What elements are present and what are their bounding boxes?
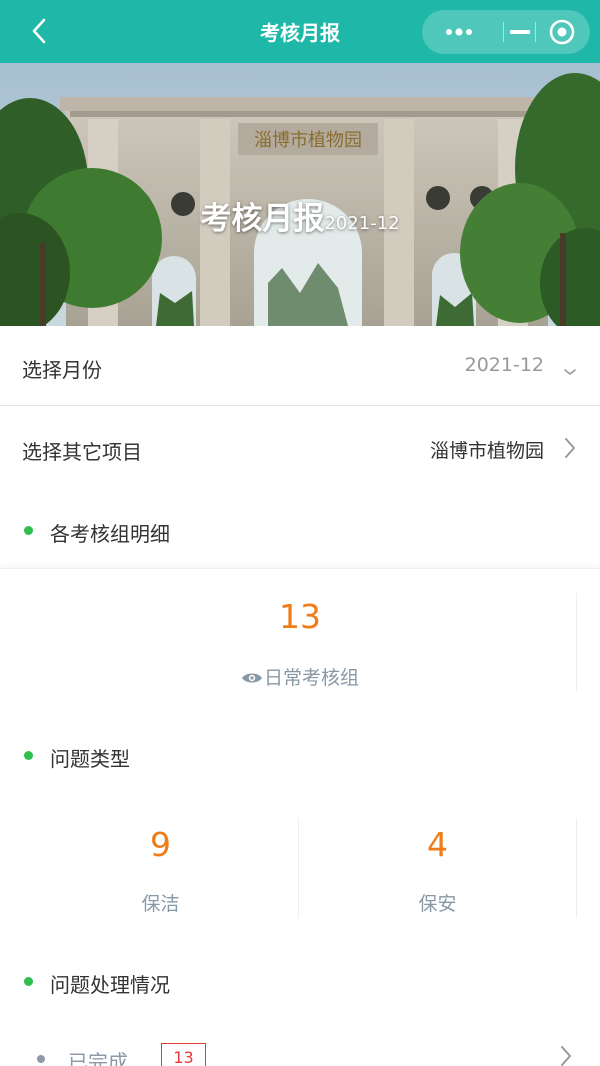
section-title: 各考核组明细 [50,522,170,546]
security-count: 4 [427,825,448,864]
group-count: 13 [279,597,321,636]
project-selector-label: 选择其它项目 [22,440,142,464]
close-target-icon[interactable] [542,10,586,54]
green-dot-icon [24,977,33,986]
completed-label: 已完成 [68,1050,128,1066]
cleaning-count: 9 [150,825,171,864]
project-selector-value[interactable]: 淄博市植物园 [430,436,544,463]
month-selector-label: 选择月份 [22,358,102,382]
banner-image: 淄博市植物园 考核月报2021-12 [0,63,600,326]
title-bar: 考核月报 [0,0,600,63]
more-dots-icon[interactable] [438,10,480,54]
project-selector-row[interactable]: 选择其它项目 淄博市植物园 [0,408,600,488]
group-label[interactable]: 日常考核组 [0,663,600,690]
group-label-text: 日常考核组 [263,667,359,689]
security-label[interactable]: 保安 [299,889,576,916]
cleaning-label[interactable]: 保洁 [22,889,299,916]
gray-dot-icon [37,1055,45,1063]
banner-title: 考核月报 [200,201,325,237]
chevron-right-icon[interactable] [560,436,580,460]
capsule-divider [535,22,536,42]
eye-icon [241,673,262,683]
section-problem-types: 问题类型 [0,735,600,775]
mini-program-capsule [422,10,590,54]
group-stats-panel: 13 日常考核组 [0,568,600,708]
section-title: 问题类型 [50,747,130,771]
month-selector-value[interactable]: 2021-12 [465,354,544,376]
section-title: 问题处理情况 [50,973,170,997]
completed-row[interactable]: 已完成 13 [0,1040,600,1066]
month-selector-row[interactable]: 选择月份 2021-12 [0,326,600,406]
completed-count-badge: 13 [161,1043,206,1066]
section-group-details: 各考核组明细 [0,510,600,550]
stat-divider [576,593,577,691]
section-handling-status: 问题处理情况 [0,961,600,1001]
chevron-down-icon[interactable] [560,354,580,378]
banner-date: 2021-12 [324,213,400,234]
minimize-icon[interactable] [492,10,548,54]
green-dot-icon [24,526,33,535]
stat-divider [576,818,577,918]
chevron-right-icon[interactable] [556,1044,576,1066]
banner-caption: 考核月报2021-12 [0,193,600,238]
green-dot-icon [24,751,33,760]
gate-inscription: 淄博市植物园 [254,130,362,151]
